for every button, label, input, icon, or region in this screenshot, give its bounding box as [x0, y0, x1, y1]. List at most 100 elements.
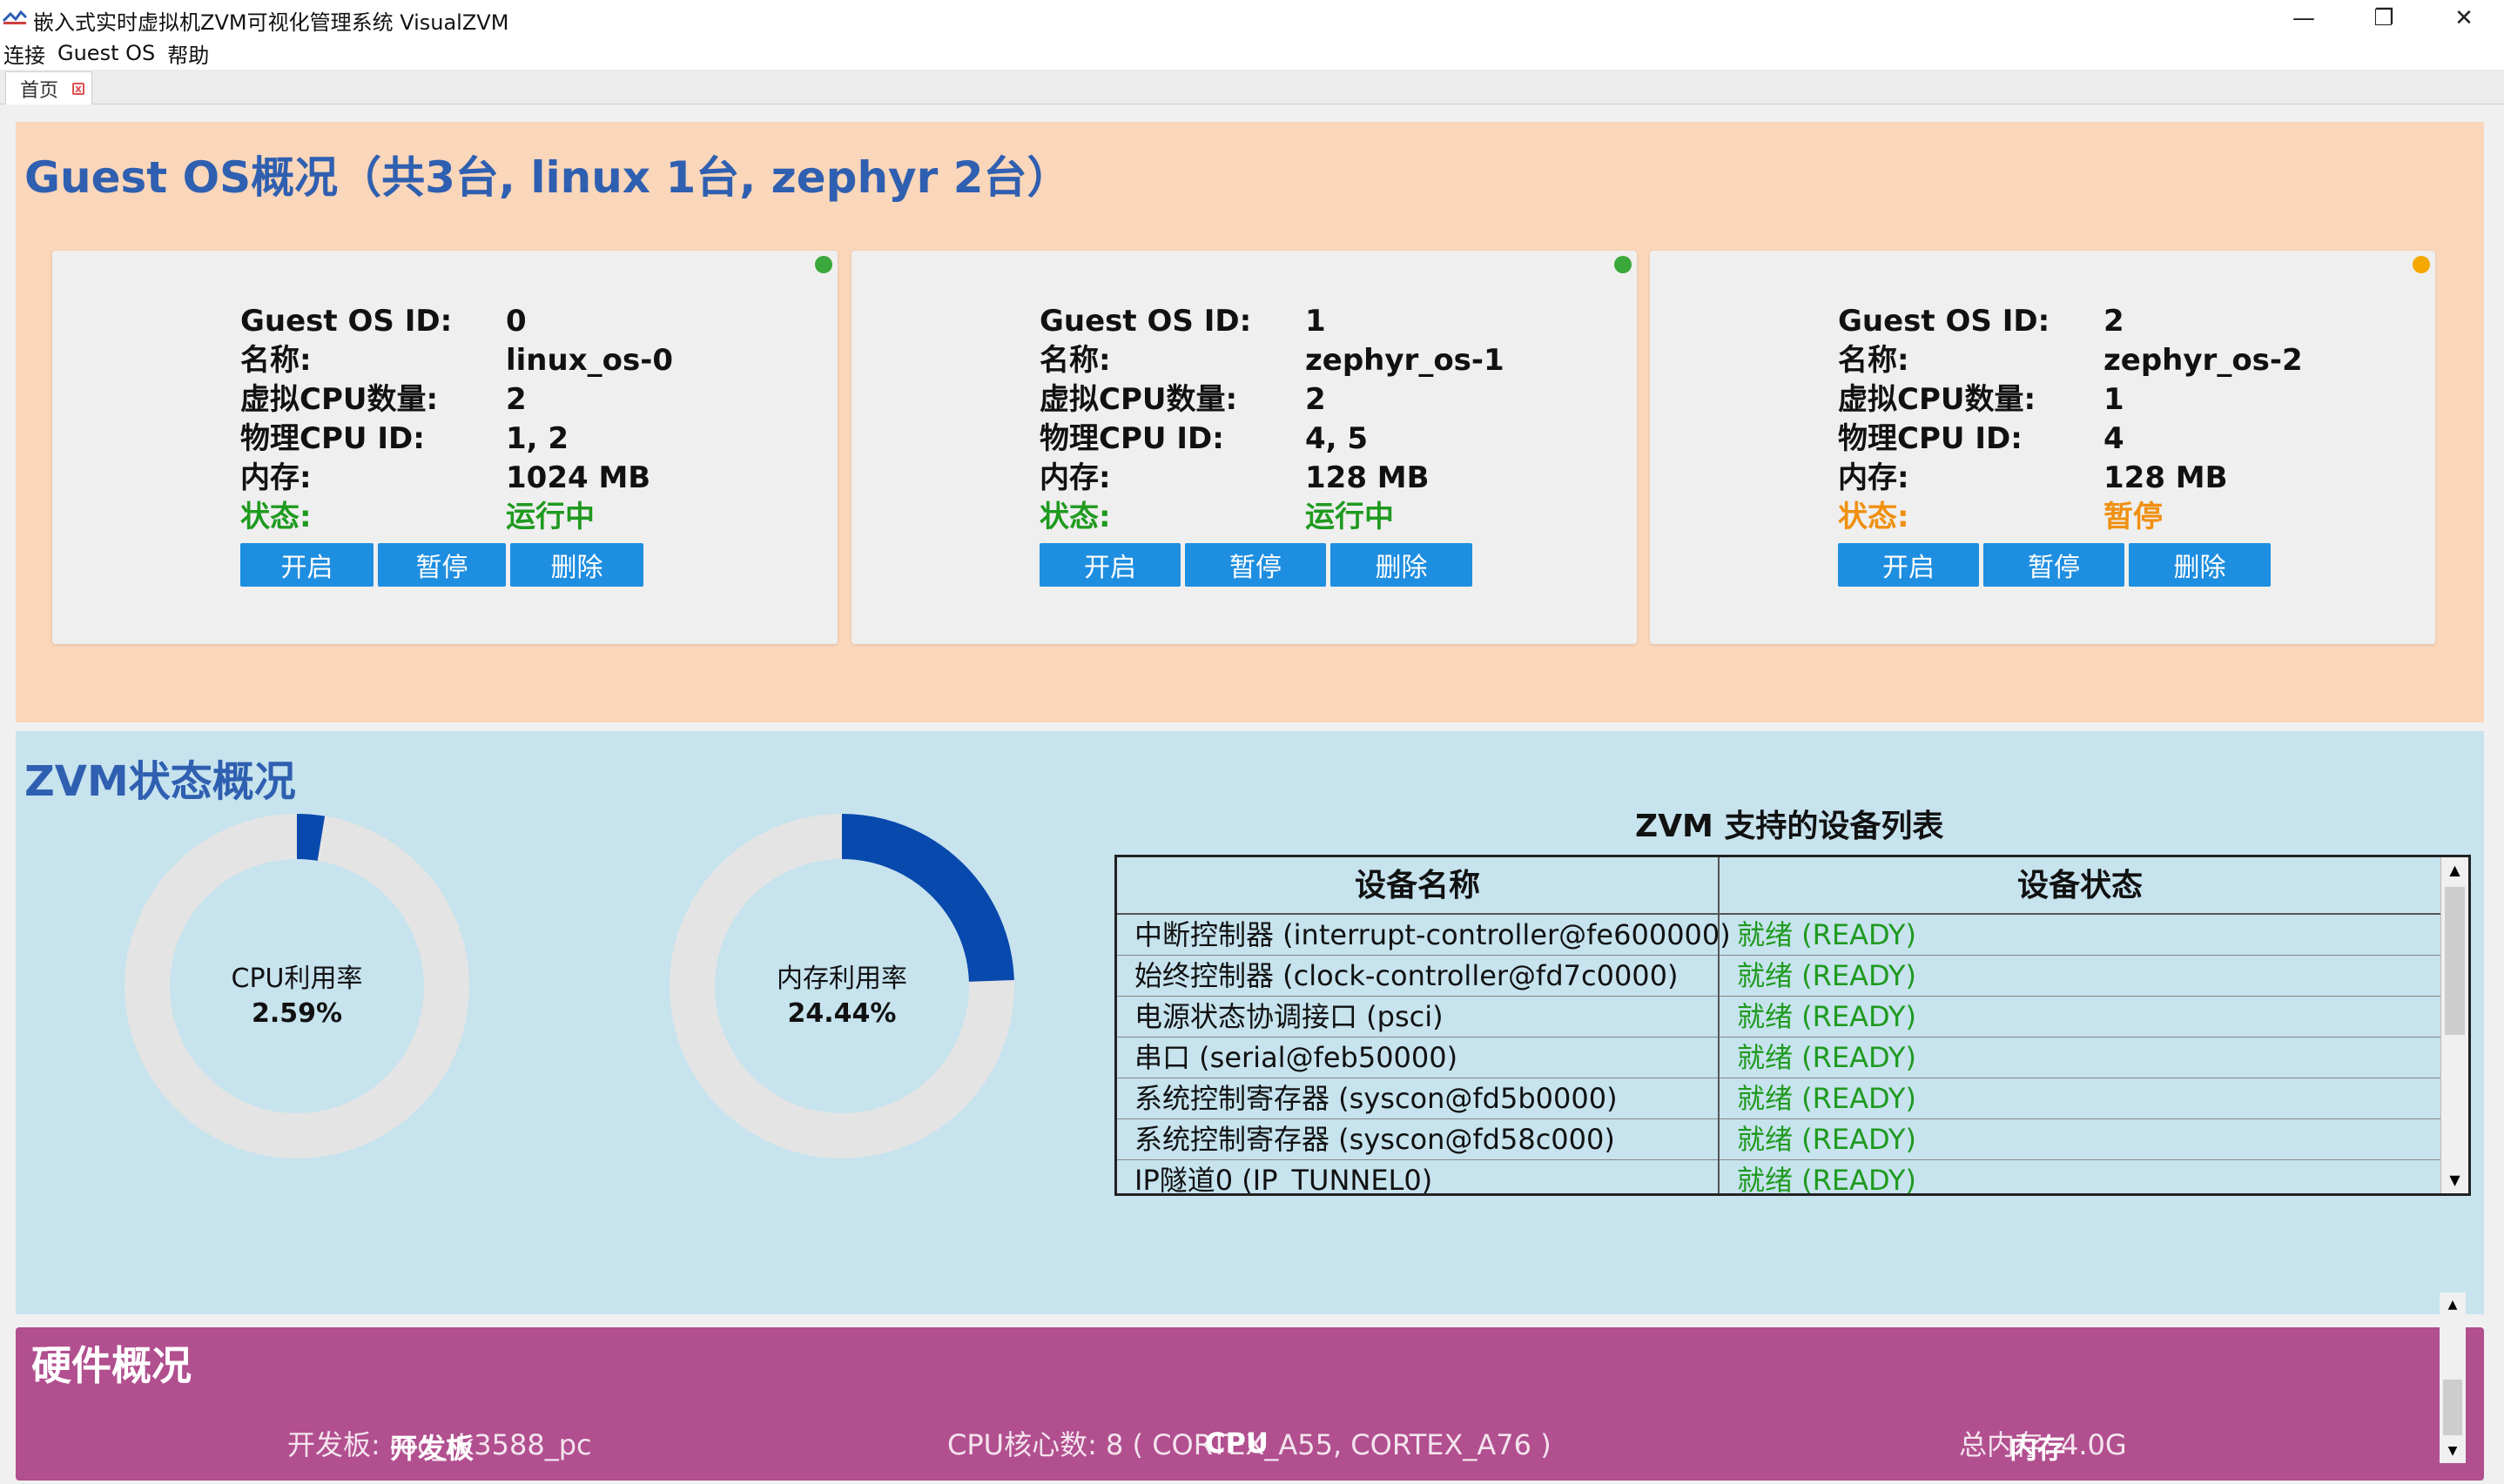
start-button[interactable]: 开启	[240, 543, 374, 587]
minimize-button[interactable]: —	[2264, 0, 2344, 37]
guest-info-grid: Guest OS ID: 0 名称: linux_os-0 虚拟CPU数量: 2 物理CPU…	[240, 305, 767, 534]
guest-info-grid: Guest OS ID: 2 名称: zephyr_os-2 虚拟CPU数量: 1 物理CP…	[1838, 305, 2365, 534]
pause-button[interactable]: 暂停	[378, 543, 506, 587]
device-row[interactable]: 中断控制器 (interrupt-controller@fe600000) 就绪 …	[1117, 915, 2440, 956]
guest-action-buttons: 开启 暂停 删除	[240, 543, 643, 587]
menu-help[interactable]: 帮助	[167, 38, 209, 69]
hardware-section-title: 硬件概况	[31, 1342, 192, 1389]
label-vcpu: 虚拟CPU数量:	[1838, 382, 2036, 417]
cpu-usage-label: CPU利用率	[231, 964, 363, 994]
value-pcpu: 4, 5	[1305, 421, 1369, 456]
delete-button[interactable]: 删除	[2129, 543, 2271, 587]
guest-os-section-title: Guest OS概况（共3台, linux 1台, zephyr 2台）	[24, 152, 1071, 203]
hw-scroll-down-icon[interactable]: ▼	[2440, 1439, 2466, 1463]
label-mem: 内存:	[240, 460, 312, 495]
value-id: 1	[1305, 304, 1326, 339]
value-status: 暂停	[2103, 500, 2163, 534]
zvm-section-title: ZVM状态概况	[24, 757, 296, 806]
value-mem: 128 MB	[2103, 460, 2228, 495]
memory-usage-text: 内存利用率 24.44%	[711, 962, 973, 1031]
status-dot-icon	[1614, 256, 1632, 273]
device-status-cell: 就绪 (READY)	[1737, 1123, 1916, 1156]
label-status: 状态:	[1838, 500, 1909, 534]
memory-ring-value	[841, 814, 1014, 983]
label-name: 名称:	[1838, 343, 1909, 378]
device-row[interactable]: 始终控制器 (clock-controller@fd7c0000) 就绪 (REA…	[1117, 956, 2440, 997]
device-row[interactable]: 系统控制寄存器 (syscon@fd58c000) 就绪 (READY)	[1117, 1119, 2440, 1160]
label-vcpu: 虚拟CPU数量:	[240, 382, 439, 417]
value-mem: 1024 MB	[506, 460, 651, 495]
start-button[interactable]: 开启	[1838, 543, 1979, 587]
device-name-cell: 系统控制寄存器 (syscon@fd58c000)	[1134, 1123, 1615, 1156]
guest-action-buttons: 开启 暂停 删除	[1838, 543, 2271, 587]
value-pcpu: 1, 2	[506, 421, 569, 456]
guest-os-section: Guest OS概况（共3台, linux 1台, zephyr 2台） Gue…	[16, 122, 2484, 722]
guest-action-buttons: 开启 暂停 删除	[1040, 543, 1472, 587]
device-status-cell: 就绪 (READY)	[1737, 1041, 1916, 1074]
scroll-up-icon[interactable]: ▲	[2441, 857, 2468, 883]
device-row[interactable]: 电源状态协调接口 (psci) 就绪 (READY)	[1117, 997, 2440, 1037]
memory-usage-value: 24.44%	[787, 998, 897, 1029]
title-bar: 嵌入式实时虚拟机ZVM可视化管理系统 VisualZVM — ❐ ✕	[0, 0, 2504, 37]
close-window-button[interactable]: ✕	[2424, 0, 2504, 37]
scroll-down-icon[interactable]: ▼	[2441, 1167, 2468, 1193]
memory-label: 内存	[2009, 1432, 2066, 1465]
guest-card-0: Guest OS ID: 0 名称: linux_os-0 虚拟CPU数量: 2 物理CPU…	[52, 251, 838, 644]
label-id: Guest OS ID:	[1040, 304, 1252, 339]
hw-scroll-up-icon[interactable]: ▲	[2440, 1293, 2466, 1317]
label-pcpu: 物理CPU ID:	[240, 421, 425, 456]
menu-bar: 连接 Guest OS 帮助	[0, 37, 2504, 70]
menu-guest-os[interactable]: Guest OS	[57, 41, 155, 65]
value-status: 运行中	[506, 500, 595, 534]
delete-button[interactable]: 删除	[1330, 543, 1472, 587]
guest-card-1: Guest OS ID: 1 名称: zephyr_os-1 虚拟CPU数量: 2 物理CP…	[851, 251, 1637, 644]
value-mem: 128 MB	[1305, 460, 1430, 495]
value-vcpu: 2	[1305, 382, 1326, 417]
device-table-header: 设备名称 设备状态	[1117, 857, 2440, 915]
cpu-usage-text: CPU利用率 2.59%	[166, 962, 427, 1031]
value-vcpu: 1	[2103, 382, 2124, 417]
hw-scroll-thumb[interactable]	[2443, 1380, 2462, 1435]
label-mem: 内存:	[1838, 460, 1909, 495]
status-dot-icon	[2413, 256, 2430, 273]
label-pcpu: 物理CPU ID:	[1838, 421, 2023, 456]
pause-button[interactable]: 暂停	[1983, 543, 2124, 587]
menu-connect[interactable]: 连接	[3, 38, 45, 69]
restore-button[interactable]: ❐	[2344, 0, 2424, 37]
memory-usage-label: 内存利用率	[777, 964, 907, 994]
hardware-section: 硬件概况 开发板: roc_rk3588_pc CPU核心数: 8 ( CORT…	[16, 1327, 2484, 1481]
tab-close-icon[interactable]: x	[72, 83, 84, 95]
label-status: 状态:	[240, 500, 312, 534]
pause-button[interactable]: 暂停	[1185, 543, 1326, 587]
label-vcpu: 虚拟CPU数量:	[1040, 382, 1238, 417]
cpu-ring-value	[296, 813, 326, 862]
label-status: 状态:	[1040, 500, 1111, 534]
header-device-status: 设备状态	[2016, 868, 2143, 903]
column-divider	[1718, 857, 1720, 1193]
main-content: Guest OS概况（共3台, linux 1台, zephyr 2台） Gue…	[0, 104, 2504, 1484]
delete-button[interactable]: 删除	[510, 543, 643, 587]
label-id: Guest OS ID:	[240, 304, 453, 339]
device-table-scrollbar[interactable]: ▲ ▼	[2440, 857, 2468, 1193]
guest-info-grid: Guest OS ID: 1 名称: zephyr_os-1 虚拟CPU数量: 2 物理CP…	[1040, 305, 1566, 534]
value-name: linux_os-0	[506, 343, 674, 378]
tab-home[interactable]: 首页 x	[5, 71, 92, 104]
device-row[interactable]: IP隧道0 (IP_TUNNEL0) 就绪 (READY)	[1117, 1160, 2440, 1196]
device-row[interactable]: 串口 (serial@feb50000) 就绪 (READY)	[1117, 1037, 2440, 1078]
device-row[interactable]: 系统控制寄存器 (syscon@fd5b0000) 就绪 (READY)	[1117, 1078, 2440, 1119]
tab-home-label: 首页	[20, 79, 59, 102]
device-status-cell: 就绪 (READY)	[1737, 959, 1916, 992]
board-label: 开发板	[390, 1432, 475, 1465]
tab-strip: 首页 x	[0, 70, 2504, 104]
scroll-thumb[interactable]	[2445, 887, 2465, 1035]
start-button[interactable]: 开启	[1040, 543, 1181, 587]
label-id: Guest OS ID:	[1838, 304, 2050, 339]
value-name: zephyr_os-1	[1305, 343, 1504, 378]
value-name: zephyr_os-2	[2103, 343, 2303, 378]
device-name-cell: 电源状态协调接口 (psci)	[1134, 1000, 1444, 1033]
hardware-scrollbar[interactable]: ▲ ▼	[2440, 1293, 2466, 1463]
cpu-label: CPU	[1205, 1427, 1269, 1460]
label-pcpu: 物理CPU ID:	[1040, 421, 1224, 456]
device-name-cell: IP隧道0 (IP_TUNNEL0)	[1134, 1164, 1433, 1196]
guest-card-2: Guest OS ID: 2 名称: zephyr_os-2 虚拟CPU数量: 1 物理CP…	[1650, 251, 2435, 644]
